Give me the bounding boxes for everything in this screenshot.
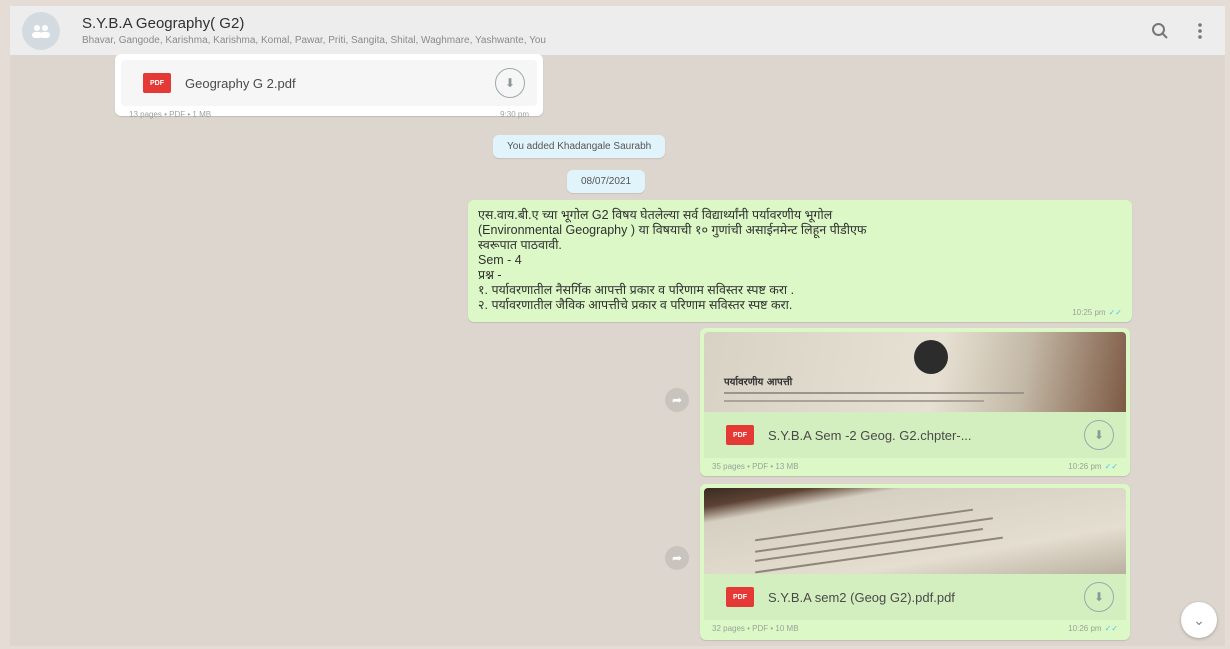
pdf-icon: PDF xyxy=(726,587,754,607)
system-message: You added Khadangale Saurabh xyxy=(493,135,666,158)
message-text: एस.वाय.बी.ए च्या भूगोल G2 विषय घेतलेल्या… xyxy=(478,208,867,312)
forward-icon[interactable]: ➦ xyxy=(665,388,689,412)
chat-info[interactable]: S.Y.B.A Geography( G2) Bhavar, Gangode, … xyxy=(82,15,1151,46)
pdf-icon: PDF xyxy=(143,73,171,93)
document-name: S.Y.B.A Sem -2 Geog. G2.chpter-... xyxy=(768,427,972,443)
message-list[interactable]: PDF Geography G 2.pdf ⬇ 13 pages • PDF •… xyxy=(10,54,1225,646)
download-icon[interactable]: ⬇ xyxy=(495,68,525,98)
document-row[interactable]: PDF S.Y.B.A sem2 (Geog G2).pdf.pdf ⬇ xyxy=(704,574,1126,620)
document-thumbnail[interactable]: पर्यावरणीय आपत्ती xyxy=(704,332,1126,412)
download-icon[interactable]: ⬇ xyxy=(1084,420,1114,450)
whatsapp-window: S.Y.B.A Geography( G2) Bhavar, Gangode, … xyxy=(10,6,1225,646)
message-time: 10:25 pm xyxy=(1072,308,1106,317)
incoming-document-message[interactable]: PDF Geography G 2.pdf ⬇ 13 pages • PDF •… xyxy=(115,54,543,119)
download-icon[interactable]: ⬇ xyxy=(1084,582,1114,612)
document-thumbnail[interactable] xyxy=(704,488,1126,574)
group-avatar[interactable] xyxy=(22,11,60,50)
document-name: S.Y.B.A sem2 (Geog G2).pdf.pdf xyxy=(768,589,955,605)
document-row[interactable]: PDF S.Y.B.A Sem -2 Geog. G2.chpter-... ⬇ xyxy=(704,412,1126,458)
group-title: S.Y.B.A Geography( G2) xyxy=(82,15,245,32)
document-name: Geography G 2.pdf xyxy=(185,75,296,91)
date-chip: 08/07/2021 xyxy=(567,170,646,193)
document-row[interactable]: PDF Geography G 2.pdf ⬇ xyxy=(121,60,537,106)
member-list: Bhavar, Gangode, Karishma, Karishma, Kom… xyxy=(82,35,546,46)
outgoing-text-message[interactable]: एस.वाय.बी.ए च्या भूगोल G2 विषय घेतलेल्या… xyxy=(468,200,1132,322)
document-meta: 35 pages • PDF • 13 MB xyxy=(712,462,799,471)
group-icon xyxy=(32,24,50,38)
pdf-icon: PDF xyxy=(726,425,754,445)
read-receipt-icon: ✓✓ xyxy=(1108,308,1122,317)
document-meta: 32 pages • PDF • 10 MB xyxy=(712,624,799,633)
read-receipt-icon: ✓✓ xyxy=(1104,624,1118,633)
thumbnail-heading: पर्यावरणीय आपत्ती xyxy=(724,377,793,388)
message-time: 9:30 pm xyxy=(500,110,529,119)
message-time: 10:26 pm xyxy=(1068,462,1102,471)
search-icon[interactable] xyxy=(1151,22,1169,40)
chat-header[interactable]: S.Y.B.A Geography( G2) Bhavar, Gangode, … xyxy=(10,6,1225,56)
read-receipt-icon: ✓✓ xyxy=(1104,462,1118,471)
forward-icon[interactable]: ➦ xyxy=(665,546,689,570)
scroll-down-icon[interactable]: ⌄ xyxy=(1181,602,1217,638)
outgoing-document-message[interactable]: PDF S.Y.B.A sem2 (Geog G2).pdf.pdf ⬇ 32 … xyxy=(700,484,1130,640)
menu-dots-icon[interactable] xyxy=(1197,22,1203,40)
message-time: 10:26 pm xyxy=(1068,624,1102,633)
outgoing-document-message[interactable]: पर्यावरणीय आपत्ती PDF S.Y.B.A Sem -2 Geo… xyxy=(700,328,1130,476)
document-meta: 13 pages • PDF • 1 MB xyxy=(129,110,212,119)
